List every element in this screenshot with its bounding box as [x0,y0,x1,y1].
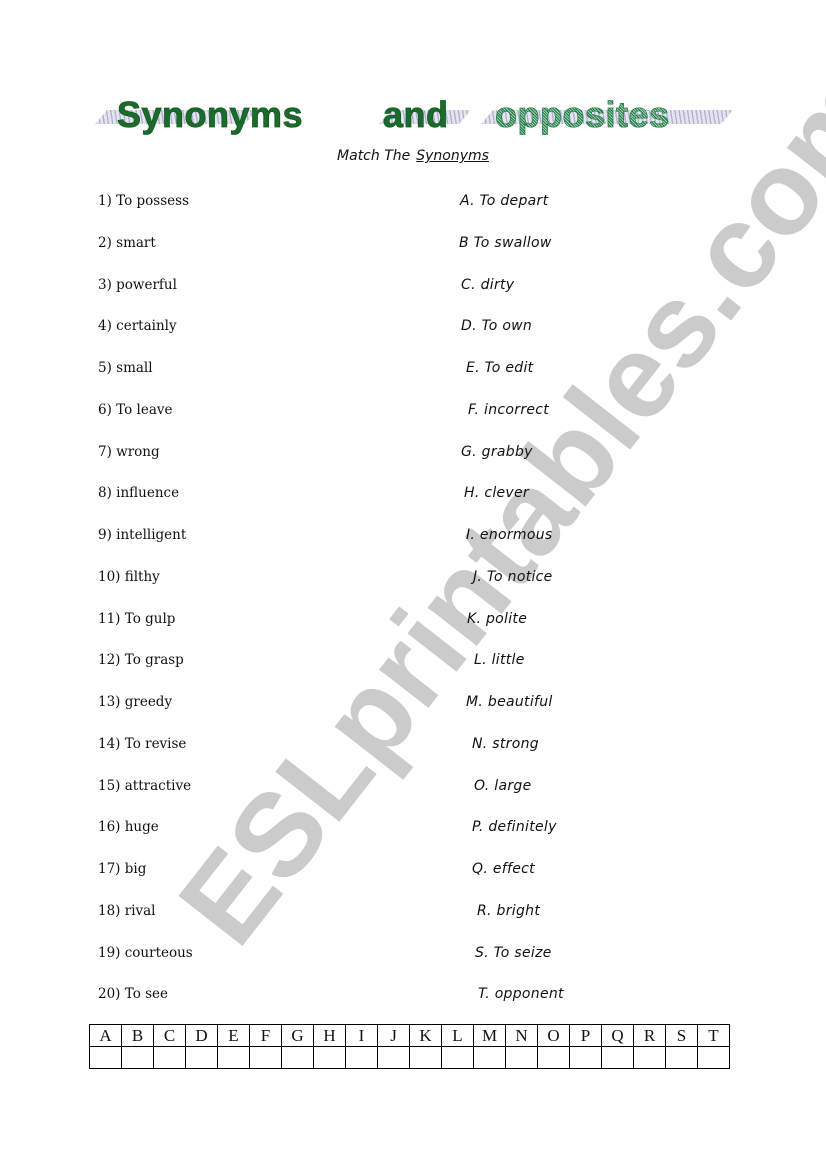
word-item: 6) To leave [98,401,173,418]
answer-table-letter: P [569,1024,602,1047]
answer-table-letter: T [697,1024,730,1047]
word-item: 13) greedy [98,694,173,710]
answer-table-letter: L [441,1024,474,1047]
answer-table-letter: O [537,1024,570,1047]
synonym-item: P. definitely [472,819,557,836]
answer-cell[interactable] [697,1046,730,1069]
word-item: 19) courteous [98,944,193,961]
word-item: 20) To see [98,986,169,1003]
word-item: 4) certainly [98,318,177,335]
synonym-item: O. large [474,777,532,794]
answer-table-letter: Q [601,1024,634,1047]
answer-table: ABCDEFGHIJKLMNOPQRST [89,1024,730,1069]
word-item: 7) wrong [98,443,160,460]
answer-cell[interactable] [121,1046,154,1069]
answer-table-letter: G [281,1024,314,1047]
answer-cell[interactable] [569,1046,602,1069]
answer-cell[interactable] [89,1046,122,1069]
synonym-item: D. To own [461,318,533,335]
answer-cell[interactable] [217,1046,250,1069]
word-item: 16) huge [98,819,159,836]
synonym-item: N. strong [472,735,539,752]
answer-cell[interactable] [185,1046,218,1069]
synonym-item: F. incorrect [468,401,550,418]
synonym-item: M. beautiful [466,694,553,710]
answer-cell[interactable] [377,1046,410,1069]
answer-cell[interactable] [153,1046,186,1069]
synonym-item: G. grabby [461,443,533,460]
title-word-synonyms: Synonyms [117,94,304,136]
answer-table-letter: B [121,1024,154,1047]
word-item: 12) To grasp [98,652,184,669]
synonym-item: K. polite [467,610,528,627]
answer-table-header-row: ABCDEFGHIJKLMNOPQRST [89,1024,730,1047]
instructions: Match The Synonyms [0,148,826,164]
word-item: 18) rival [98,902,156,919]
synonym-item: A. To depart [460,193,549,209]
answer-table-letter: J [377,1024,410,1047]
word-item: 1) To possess [98,193,189,209]
word-item: 10) filthy [98,568,160,585]
word-item: 2) smart [98,234,156,251]
word-item: 14) To revise [98,735,187,752]
answer-cell[interactable] [665,1046,698,1069]
answer-table-letter: K [409,1024,442,1047]
synonym-item: J. To notice [473,568,553,585]
answer-cell[interactable] [441,1046,474,1069]
synonym-item: R. bright [477,902,541,919]
synonym-item: T. opponent [478,986,564,1003]
answer-cell[interactable] [249,1046,282,1069]
instructions-emphasis: Synonyms [416,148,489,164]
answer-cell[interactable] [281,1046,314,1069]
answer-table-letter: S [665,1024,698,1047]
answer-cell[interactable] [409,1046,442,1069]
answer-cell[interactable] [537,1046,570,1069]
word-item: 17) big [98,861,147,877]
word-item: 3) powerful [98,276,177,293]
answer-cell[interactable] [473,1046,506,1069]
worksheet-title: Synonyms and opposites [95,90,735,140]
answer-table-letter: R [633,1024,666,1047]
answer-table-letter: N [505,1024,538,1047]
title-word-and: and [383,94,449,136]
synonym-item: B To swallow [459,234,552,251]
synonym-item: S. To seize [475,944,552,961]
word-item: 11) To gulp [98,610,176,627]
answer-cell[interactable] [505,1046,538,1069]
answer-table-letter: D [185,1024,218,1047]
synonym-item: L. little [474,652,525,669]
answer-table-letter: F [249,1024,282,1047]
synonym-item: C. dirty [461,276,515,293]
answer-table-letter: E [217,1024,250,1047]
word-item: 15) attractive [98,777,192,794]
answer-cell[interactable] [633,1046,666,1069]
word-item: 8) influence [98,485,180,502]
word-item: 9) intelligent [98,527,187,543]
word-item: 5) small [98,360,153,376]
answer-table-letter: H [313,1024,346,1047]
answer-cell[interactable] [601,1046,634,1069]
title-word-opposites: opposites [495,94,670,136]
answer-cell[interactable] [313,1046,346,1069]
answer-table-letter: I [345,1024,378,1047]
instructions-prefix: Match The [337,148,411,164]
answer-cell[interactable] [345,1046,378,1069]
watermark: ESLprintables.com [154,44,826,969]
synonym-item: Q. effect [472,861,535,877]
synonym-item: H. clever [464,485,529,502]
word-list: 1) To possess 2) smart 3) powerful 4) certa… [98,190,193,1025]
answer-table-answer-row [89,1046,730,1069]
answer-table-letter: M [473,1024,506,1047]
synonym-item: E. To edit [466,360,534,376]
answer-table-letter: C [153,1024,186,1047]
answer-table-letter: A [89,1024,122,1047]
synonym-item: I. enormous [466,527,553,543]
synonym-list: A. To depart B To swallow C. dirty D. To ow… [459,190,564,1025]
